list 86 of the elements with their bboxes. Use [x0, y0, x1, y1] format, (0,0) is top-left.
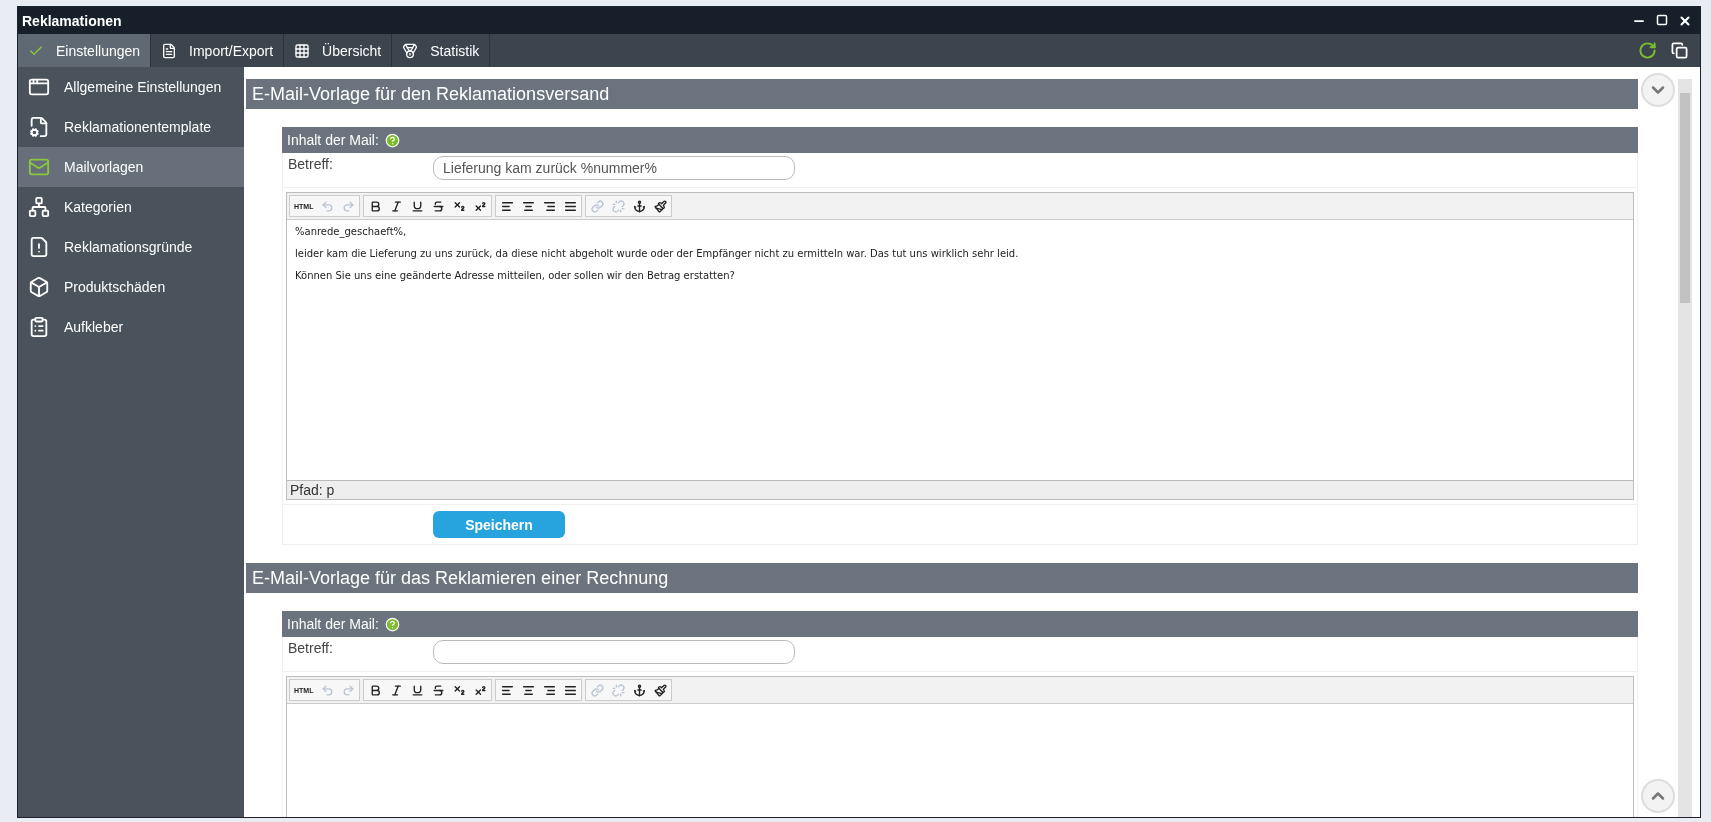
windows-icon[interactable] [1671, 42, 1688, 59]
editor-paragraph: Können Sie uns eine geänderte Adresse mitteilen, oder sollen wir den Betrag erstatten? [295, 270, 736, 281]
align-justify-icon [563, 683, 577, 697]
editor-paragraph: leider kam die Lieferung zu uns zurück, da diese nicht abgeholt wurde oder der Empfänger nicht zu ermitteln war. Das tut uns wirklich sehr leid. [295, 248, 1020, 259]
content-header-label: Inhalt der Mail: [287, 132, 379, 148]
subject-label: Betreff: [287, 155, 334, 174]
redo-icon [341, 683, 355, 697]
close-icon[interactable] [1678, 13, 1692, 28]
section-heading: E-Mail-Vorlage für den Reklamationsversand [246, 79, 1638, 109]
mail-icon [28, 156, 50, 178]
scroll-down-button[interactable] [1641, 73, 1675, 107]
align-right-icon [542, 199, 556, 213]
strikethrough-icon [431, 199, 445, 213]
scroll-up-button[interactable] [1641, 779, 1675, 813]
link-icon [590, 683, 604, 697]
scrollbar[interactable] [1678, 79, 1692, 817]
align-left-icon [500, 199, 514, 213]
section-heading: E-Mail-Vorlage für das Reklamieren einer Rechnung [246, 563, 1638, 593]
help-icon[interactable] [384, 616, 400, 632]
subject-field[interactable] [433, 640, 795, 664]
underline-icon [410, 199, 424, 213]
grid-icon [294, 42, 311, 59]
anchor-icon [632, 199, 646, 213]
underline-icon [410, 683, 424, 697]
superscript-icon [473, 683, 487, 697]
sidebar-item-label: Produktschäden [64, 279, 166, 295]
align-left-icon [500, 683, 514, 697]
italic-icon [389, 683, 403, 697]
window-title: Reklamationen [22, 12, 122, 29]
scrollbar-thumb[interactable] [1680, 93, 1690, 303]
sidebar-item-label: Reklamationentemplate [64, 119, 212, 135]
editor-paragraph: %anrede_geschaeft%, [295, 226, 408, 237]
brush-button[interactable] [651, 681, 670, 699]
undo-icon [320, 683, 334, 697]
menu-tab[interactable]: Übersicht [284, 34, 393, 67]
menu-tab-label: Einstellungen [56, 42, 141, 59]
sidebar-item-label: Allgemeine Einstellungen [64, 79, 222, 95]
subscript-icon [452, 683, 466, 697]
sidebar-item-label: Reklamationsgründe [64, 239, 193, 255]
sidebar-item-label: Mailvorlagen [64, 159, 144, 175]
content-header-label: Inhalt der Mail: [287, 616, 379, 632]
window-icon [28, 76, 50, 98]
help-icon[interactable] [384, 132, 400, 148]
undo-icon [320, 199, 334, 213]
subject-label: Betreff: [287, 639, 334, 658]
sidebar-item[interactable]: Kategorien [18, 187, 244, 227]
sidebar-item[interactable]: Produktschäden [18, 267, 244, 307]
menu-tab[interactable]: Statistik [392, 34, 491, 67]
box-icon [28, 276, 50, 298]
document-icon [28, 116, 50, 138]
document-warning-icon [28, 236, 50, 258]
superscript-icon [473, 199, 487, 213]
menu-tab-label: Import/Export [189, 42, 274, 59]
maximize-icon[interactable] [1656, 13, 1668, 26]
sidebar-item-label: Kategorien [64, 199, 132, 215]
menu-tab[interactable]: Einstellungen [18, 34, 152, 67]
tree-icon [28, 196, 50, 218]
align-right-icon [542, 683, 556, 697]
align-center-icon [521, 199, 535, 213]
align-justify-icon [563, 199, 577, 213]
sidebar-item[interactable]: Mailvorlagen [18, 147, 244, 187]
brush-icon [653, 683, 667, 697]
anchor-icon [632, 683, 646, 697]
menu-tab-label: Übersicht [322, 42, 382, 59]
sidebar-item[interactable]: Reklamationsgründe [18, 227, 244, 267]
brush-icon [653, 199, 667, 213]
strikethrough-icon [431, 683, 445, 697]
sidebar-item[interactable]: Reklamationentemplate [18, 107, 244, 147]
unlink-icon [611, 199, 625, 213]
link-icon [590, 199, 604, 213]
align-center-icon [521, 683, 535, 697]
menu-tab-label: Statistik [430, 42, 480, 59]
subscript-icon [452, 199, 466, 213]
redo-icon [341, 199, 355, 213]
sidebar-item[interactable]: Aufkleber [18, 307, 244, 347]
sidebar-item[interactable]: Allgemeine Einstellungen [18, 67, 244, 107]
subject-field[interactable]: Lieferung kam zurück %nummer% [433, 156, 795, 180]
italic-icon [389, 199, 403, 213]
document-icon [161, 42, 178, 59]
brush-button[interactable] [651, 197, 670, 215]
sidebar-item-label: Aufkleber [64, 319, 124, 335]
medal-icon [402, 42, 419, 59]
refresh-icon[interactable] [1638, 41, 1657, 60]
path-label: Pfad: p [290, 482, 335, 498]
clipboard-icon [28, 316, 50, 338]
unlink-icon [611, 683, 625, 697]
